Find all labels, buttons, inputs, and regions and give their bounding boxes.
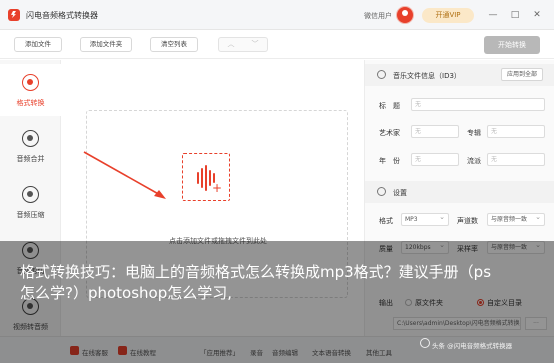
add-file-button[interactable]: 添加文件 <box>14 37 62 52</box>
sidebar-item-audio-merge[interactable]: 音频合并 <box>0 120 61 172</box>
sidebar-item-label: 格式转换 <box>16 99 45 107</box>
toolbar: 添加文件 添加文件夹 清空列表 ︿ ﹀ <box>0 31 554 59</box>
compress-icon <box>22 186 39 203</box>
genre-label: 流派 <box>467 157 481 165</box>
artist-field[interactable]: 无 <box>411 125 459 138</box>
waveform-bar <box>205 165 207 191</box>
app-logo-icon <box>8 9 20 21</box>
channel-label: 声道数 <box>457 217 478 225</box>
clear-list-button[interactable]: 清空列表 <box>150 37 198 52</box>
sidebar-item-label: 音频压缩 <box>16 211 45 219</box>
year-label: 年 份 <box>379 157 400 165</box>
waveform-bar <box>197 172 199 184</box>
start-convert-button[interactable]: 开始转换 <box>484 36 540 54</box>
add-folder-button[interactable]: 添加文件夹 <box>80 37 132 52</box>
gear-icon <box>377 187 386 196</box>
watermark: 头条 @闪电音频格式转换器 <box>432 342 513 350</box>
move-down-icon[interactable]: ﹀ <box>243 38 267 51</box>
plus-icon: + <box>211 181 223 195</box>
add-audio-icon[interactable]: + <box>182 153 230 201</box>
genre-field[interactable]: 无 <box>487 153 545 166</box>
id3-header: 音乐文件信息（ID3） 应用到全部 <box>365 64 554 86</box>
settings-title: 设置 <box>393 189 407 197</box>
id3-title: 音乐文件信息（ID3） <box>393 72 461 80</box>
apply-all-button[interactable]: 应用到全部 <box>501 68 543 81</box>
year-field[interactable]: 无 <box>411 153 459 166</box>
album-label: 专辑 <box>467 129 481 137</box>
annotation-arrow <box>83 151 166 199</box>
merge-icon <box>22 130 39 147</box>
maximize-icon[interactable]: □ <box>508 8 522 22</box>
app-title: 闪电音频格式转换器 <box>26 11 98 20</box>
move-up-icon[interactable]: ︿ <box>219 38 243 51</box>
caption-text: 格式转换技巧：电脑上的音频格式怎么转换成mp3格式？建议手册（ps怎么学?）ph… <box>20 263 492 302</box>
format-select[interactable]: MP3 <box>401 212 449 226</box>
title-bar: 闪电音频格式转换器 微信用户 开通VIP — □ ✕ <box>0 0 554 30</box>
vip-button[interactable]: 开通VIP <box>422 8 474 23</box>
sidebar-item-audio-compress[interactable]: 音频压缩 <box>0 176 61 228</box>
watermark-logo-icon <box>420 338 430 348</box>
minimize-icon[interactable]: — <box>486 8 500 22</box>
settings-header: 设置 <box>365 181 554 203</box>
user-name[interactable]: 微信用户 <box>364 11 392 21</box>
avatar[interactable] <box>396 6 414 24</box>
artist-label: 艺术家 <box>379 129 400 137</box>
move-arrows: ︿ ﹀ <box>218 37 268 52</box>
music-info-icon <box>377 70 386 79</box>
title-label: 标 题 <box>379 102 400 110</box>
channel-select[interactable]: 与原音频一致 <box>487 212 545 226</box>
sidebar-item-label: 音频合并 <box>16 155 45 163</box>
album-field[interactable]: 无 <box>487 125 545 138</box>
close-icon[interactable]: ✕ <box>530 8 544 22</box>
title-field[interactable]: 无 <box>411 98 545 111</box>
waveform-bar <box>201 168 203 188</box>
convert-icon <box>22 74 39 91</box>
sidebar-item-format-convert[interactable]: 格式转换 <box>0 64 61 116</box>
format-label: 格式 <box>379 217 393 225</box>
